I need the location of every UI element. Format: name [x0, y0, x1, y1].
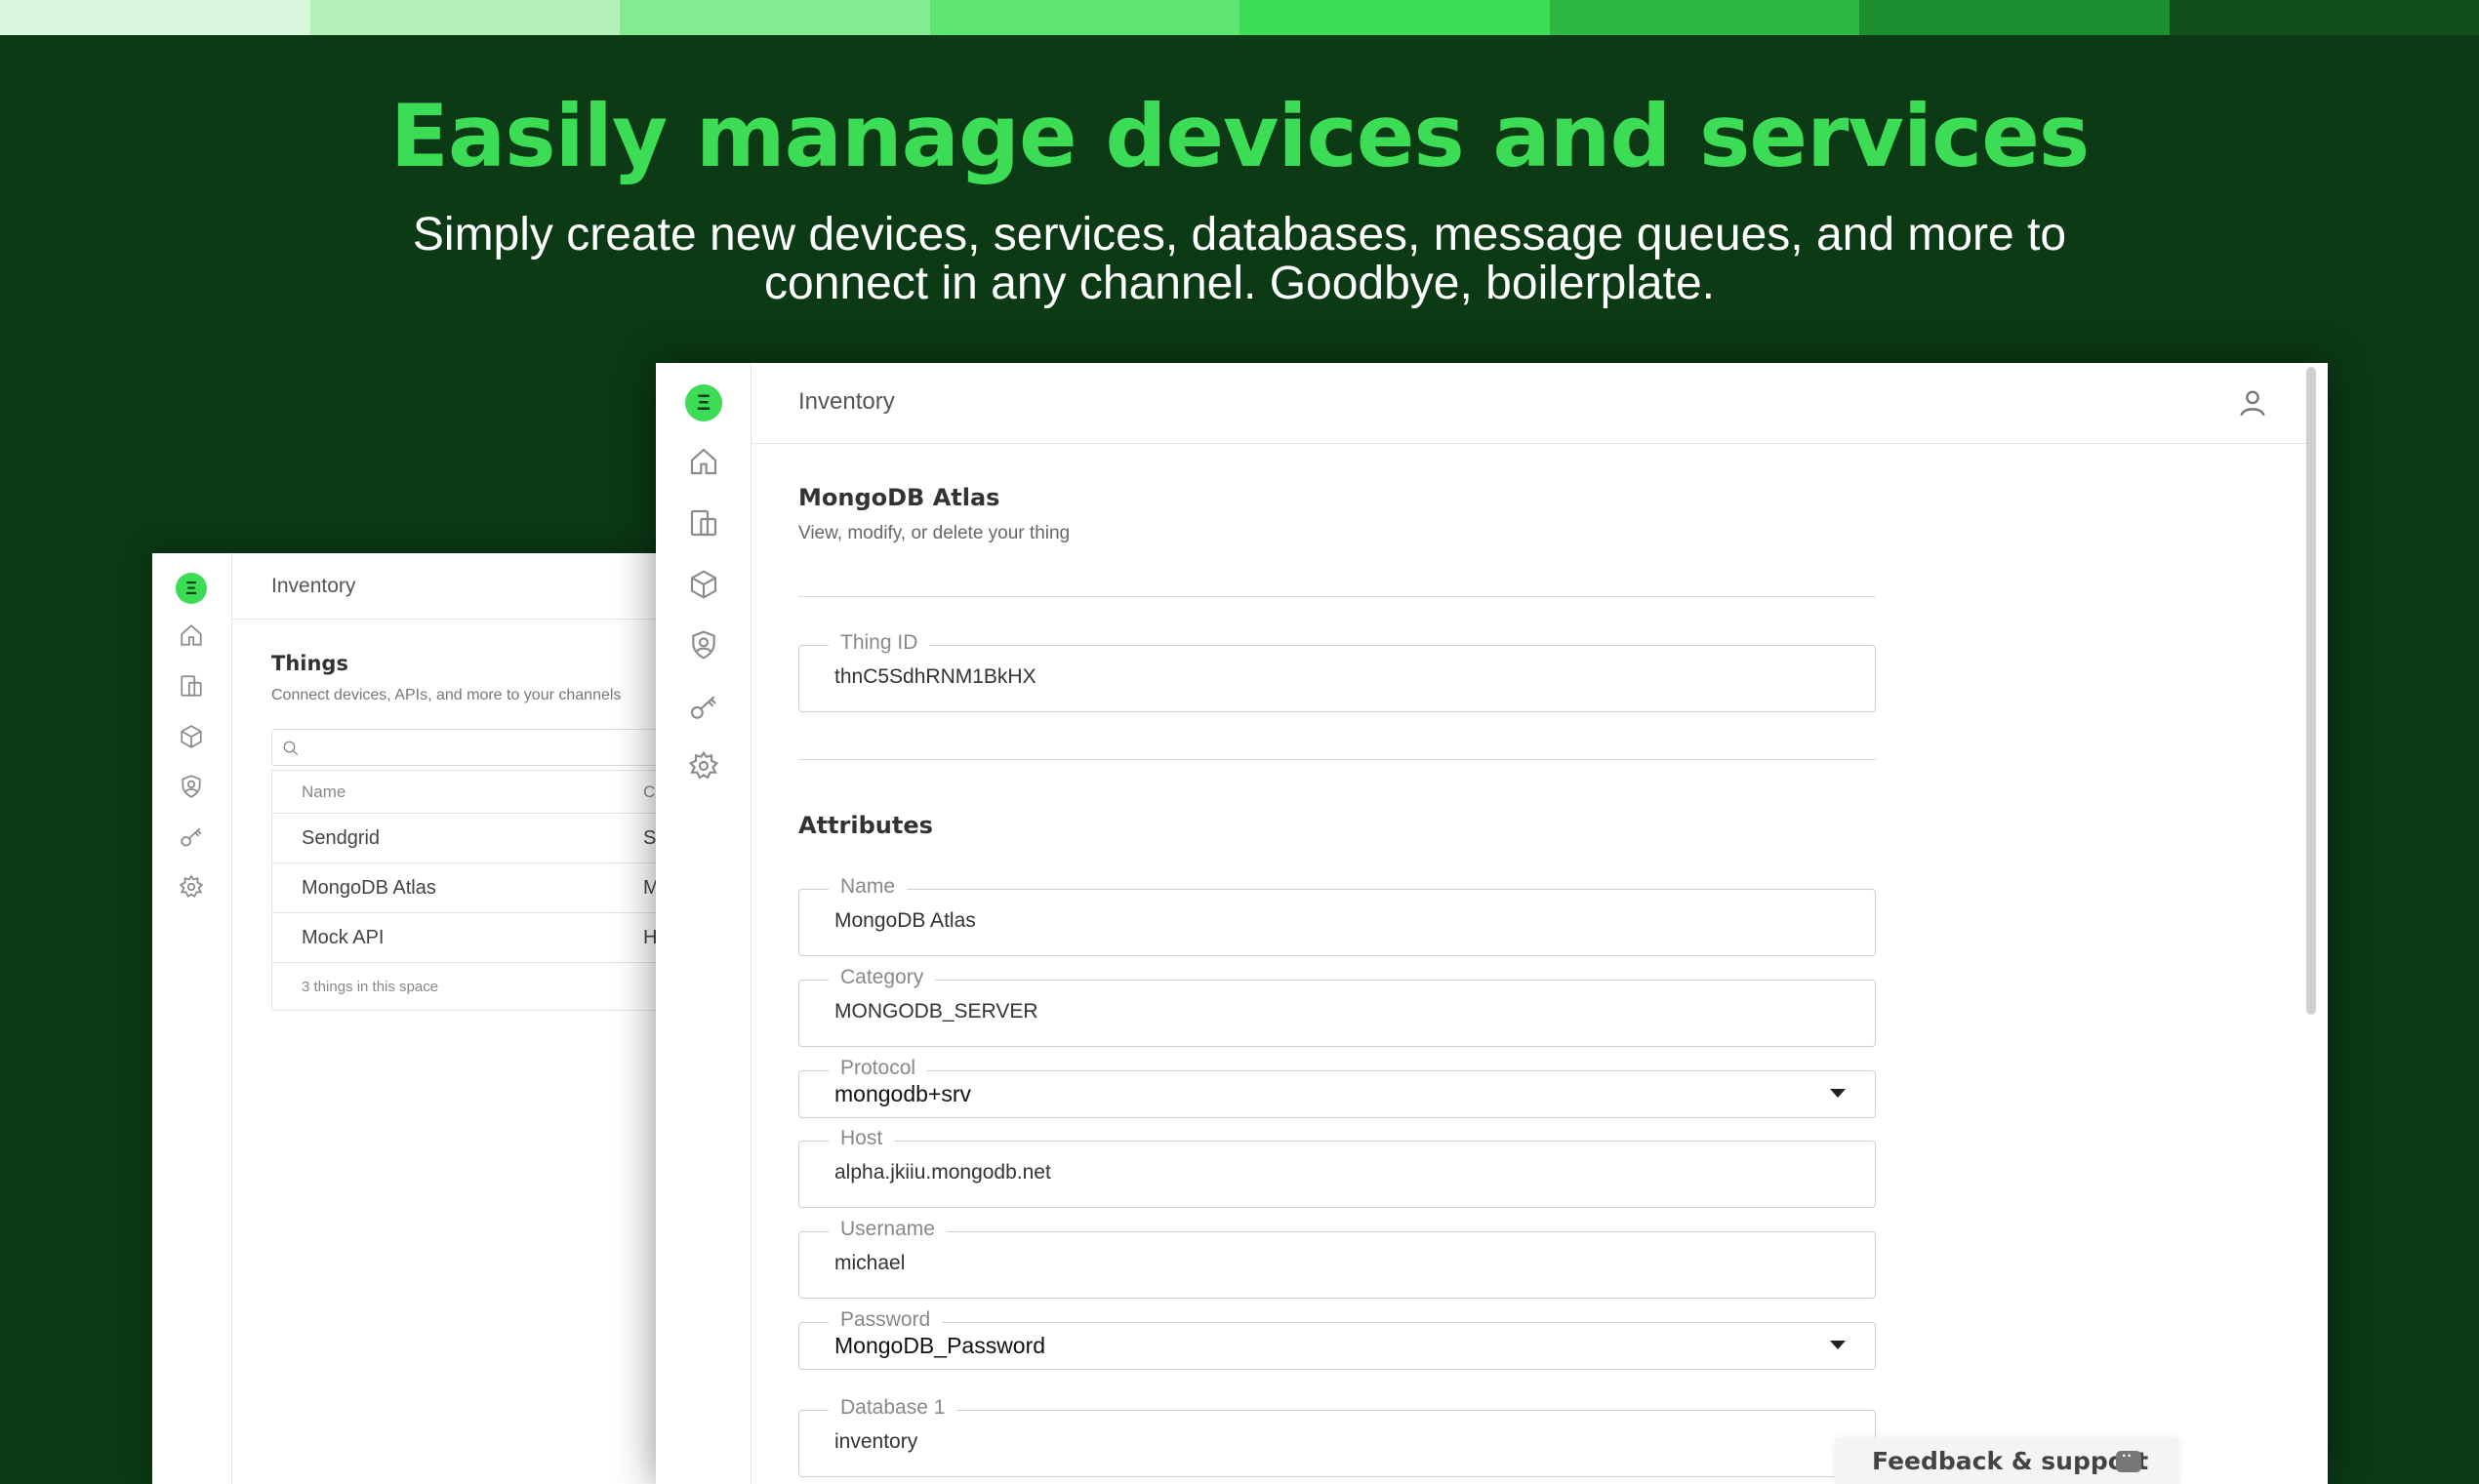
field-label: Username [829, 1218, 947, 1241]
field-label: Database 1 [829, 1396, 957, 1420]
chevron-down-icon[interactable] [1830, 1089, 1846, 1098]
thing-id-field[interactable]: Thing ID thnC5SdhRNM1BkHX [798, 631, 1876, 712]
field-label: Protocol [829, 1057, 928, 1080]
key-icon[interactable] [685, 689, 722, 726]
top-bar: Inventory [752, 363, 2308, 444]
divider [798, 759, 1876, 760]
user-icon[interactable] [2236, 386, 2269, 420]
column-header-name[interactable]: Name [302, 782, 345, 801]
sidebar-rail: Ξ [152, 553, 232, 1484]
stripe-segment [1859, 0, 2170, 35]
field-label: Password [829, 1308, 943, 1332]
cube-icon[interactable] [176, 721, 207, 752]
table-header: Name C [272, 771, 660, 814]
stripe-segment [1240, 0, 1550, 35]
things-table: Name C Sendgrid S MongoDB Atlas M Mock A… [271, 770, 660, 1011]
hero-subtitle: Simply create new devices, services, dat… [412, 209, 2067, 309]
field-value: michael [834, 1252, 906, 1274]
row-cell: S [643, 827, 657, 849]
field-label: Category [829, 966, 936, 989]
chevron-down-icon[interactable] [1830, 1341, 1846, 1349]
feedback-button[interactable]: Feedback & support [1835, 1438, 2179, 1484]
table-row[interactable]: Sendgrid S [272, 814, 660, 863]
page-title: Inventory [798, 388, 895, 415]
table-footer: 3 things in this space [302, 979, 439, 995]
record-title: MongoDB Atlas [798, 484, 1000, 511]
gear-icon[interactable] [176, 871, 207, 902]
stripe-segment [1549, 0, 1859, 35]
home-icon[interactable] [176, 620, 207, 651]
field-label: Host [829, 1127, 895, 1150]
app-logo[interactable]: Ξ [176, 573, 207, 604]
attributes-title: Attributes [798, 812, 933, 839]
field-value: thnC5SdhRNM1BkHX [834, 665, 1036, 688]
field-value: MongoDB Atlas [834, 909, 976, 932]
column-header-2[interactable]: C [643, 782, 655, 802]
app-logo[interactable]: Ξ [685, 384, 722, 421]
stripe-segment [929, 0, 1240, 35]
field-value: alpha.jkiiu.mongodb.net [834, 1161, 1051, 1183]
record-subtitle: View, modify, or delete your thing [798, 523, 1071, 543]
hero-title: Easily manage devices and services [389, 86, 2091, 186]
field-value: MongoDB_Password [834, 1333, 1046, 1358]
protocol-select[interactable]: Protocol mongodb+srv [798, 1057, 1876, 1118]
divider [798, 596, 1876, 597]
name-field[interactable]: Name MongoDB Atlas [798, 875, 1876, 956]
search-input[interactable] [271, 729, 660, 766]
gear-icon[interactable] [685, 747, 722, 784]
cube-icon[interactable] [685, 566, 722, 603]
stripe-segment [0, 0, 310, 35]
top-bar: Inventory [232, 553, 660, 620]
feedback-label: Feedback & support [1872, 1447, 2149, 1475]
field-label: Thing ID [829, 631, 930, 655]
field-value: inventory [834, 1430, 918, 1453]
stripe-segment [620, 0, 930, 35]
chat-icon [2116, 1448, 2141, 1472]
home-icon[interactable] [685, 443, 722, 480]
shield-user-icon[interactable] [685, 626, 722, 663]
category-field[interactable]: Category MONGODB_SERVER [798, 966, 1876, 1047]
color-stripe [0, 0, 2479, 35]
stripe-segment [2169, 0, 2479, 35]
devices-icon[interactable] [685, 504, 722, 541]
search-icon [283, 741, 299, 756]
row-name: Sendgrid [302, 827, 381, 849]
field-value: mongodb+srv [834, 1081, 971, 1106]
section-title: Things [271, 652, 348, 675]
row-name: Mock API [302, 927, 385, 948]
table-row[interactable]: MongoDB Atlas M [272, 863, 660, 913]
thing-detail-window: Ξ Inventory MongoDB Atlas View, modify, … [656, 363, 2328, 1484]
host-field[interactable]: Host alpha.jkiiu.mongodb.net [798, 1127, 1876, 1208]
username-field[interactable]: Username michael [798, 1218, 1876, 1299]
page-title: Inventory [271, 575, 356, 597]
field-value: MONGODB_SERVER [834, 1000, 1038, 1023]
key-icon[interactable] [176, 822, 207, 853]
shield-user-icon[interactable] [176, 771, 207, 802]
table-row[interactable]: Mock API H [272, 913, 660, 963]
devices-icon[interactable] [176, 670, 207, 702]
things-window: Ξ Inventory Things Connect devices, APIs… [152, 553, 660, 1484]
scrollbar[interactable] [2306, 367, 2316, 1015]
field-label: Name [829, 875, 908, 899]
section-subtitle: Connect devices, APIs, and more to your … [271, 687, 622, 703]
stripe-segment [309, 0, 620, 35]
password-select[interactable]: Password MongoDB_Password [798, 1308, 1876, 1370]
database-field[interactable]: Database 1 inventory [798, 1396, 1876, 1477]
sidebar-rail: Ξ [656, 363, 752, 1484]
row-name: MongoDB Atlas [302, 877, 436, 899]
